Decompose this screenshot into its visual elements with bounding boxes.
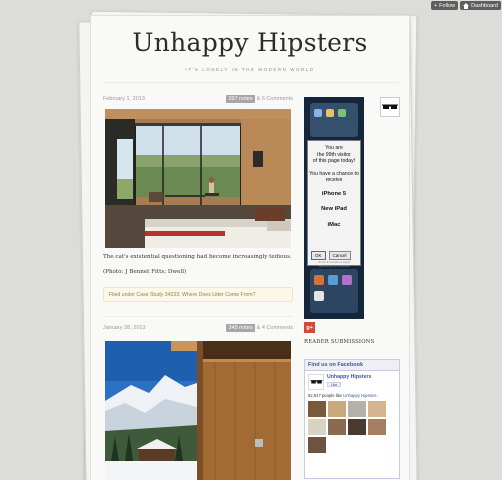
follow-button[interactable]: + Follow <box>430 1 459 10</box>
reader-submissions-link[interactable]: READER SUBMISSIONS <box>304 339 374 345</box>
facebook-page-name[interactable]: Unhappy Hipsters <box>327 374 371 380</box>
facebook-header: Find us on Facebook <box>305 360 399 371</box>
visitor-line: of this page today! <box>312 158 356 164</box>
cancel-button[interactable]: Cancel <box>328 251 351 260</box>
tumblr-controls: + Follow Dashboard <box>430 1 501 10</box>
facebook-like-button[interactable]: Like <box>327 382 341 387</box>
prize-dialog[interactable]: You are the 99th visitor of this page to… <box>307 140 361 268</box>
fan-avatar[interactable] <box>308 401 326 417</box>
facebook-fan-grid <box>305 398 399 456</box>
fine-print-line: Sponsored by PrizesWin <box>318 264 350 268</box>
plus-icon: + <box>433 2 438 9</box>
fan-avatar[interactable] <box>308 419 326 435</box>
dashboard-label: Dashboard <box>471 2 498 9</box>
fan-avatar[interactable] <box>368 419 386 435</box>
ok-button[interactable]: OK <box>311 251 326 260</box>
fan-avatar[interactable] <box>328 419 346 435</box>
fan-avatar[interactable] <box>348 419 366 435</box>
dashboard-button[interactable]: Dashboard <box>460 1 501 10</box>
glasses-icon <box>310 380 322 384</box>
like-count-text: 52,917 people like <box>308 393 342 398</box>
home-icon <box>463 2 470 9</box>
follow-label: Follow <box>439 2 456 9</box>
prize-item: iMac <box>327 221 341 228</box>
sidebar: You are the 99th visitor of this page to… <box>90 15 410 480</box>
facebook-page-info: Unhappy Hipsters Like <box>305 371 399 393</box>
facebook-like-box: Find us on Facebook Unhappy Hipsters Lik… <box>304 359 400 479</box>
google-plus-button[interactable]: g+ <box>304 322 315 333</box>
fan-avatar[interactable] <box>328 401 346 417</box>
fine-print: Terms & Conditions Apply Sponsored by Pr… <box>308 260 360 268</box>
fan-avatar[interactable] <box>368 401 386 417</box>
fan-avatar[interactable] <box>308 437 326 453</box>
facebook-page-thumbnail[interactable] <box>308 374 324 390</box>
blog-avatar[interactable] <box>380 97 400 117</box>
popup-advertisement[interactable]: You are the 99th visitor of this page to… <box>304 97 364 319</box>
fan-avatar[interactable] <box>348 401 366 417</box>
like-count-link[interactable]: Unhappy Hipsters. <box>343 393 377 398</box>
glasses-icon <box>382 104 398 109</box>
